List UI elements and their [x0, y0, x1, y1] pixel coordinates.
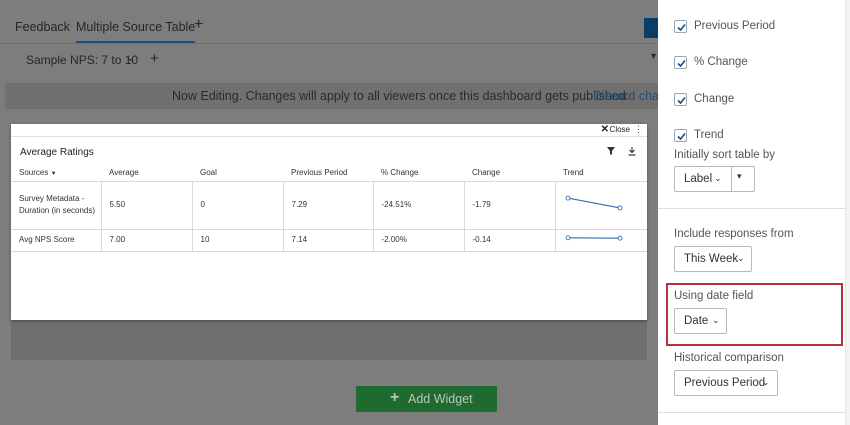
- checkbox-label: Previous Period: [694, 20, 776, 32]
- download-icon[interactable]: [628, 147, 636, 156]
- trend-point: [617, 205, 622, 211]
- sort-direction-icon[interactable]: ▾: [737, 171, 742, 182]
- cell-source: Avg NPS Score: [11, 229, 102, 252]
- tab-multiple-source-table[interactable]: Multiple Source Table: [76, 20, 196, 43]
- trend-line: [567, 197, 620, 209]
- cell-pct-change: -24.51%: [373, 181, 465, 230]
- historical-comparison-value: Previous Period: [684, 377, 766, 389]
- table-row: Survey Metadata - Duration (in seconds) …: [11, 181, 647, 230]
- trend-point: [565, 195, 570, 201]
- cell-change: -0.14: [464, 229, 556, 252]
- discard-changes-link[interactable]: Discard chan: [593, 89, 658, 103]
- sort-dropdown[interactable]: Label ⌄ ▾: [674, 166, 755, 192]
- sort-label: Initially sort table by: [674, 149, 775, 161]
- banner-message: Now Editing. Changes will apply to all v…: [172, 89, 630, 103]
- card-topbar: ✕ Close ⋮: [11, 124, 647, 137]
- filter-icon[interactable]: [607, 147, 615, 155]
- chevron-down-icon: ⌄: [714, 173, 722, 183]
- checkbox[interactable]: [674, 93, 687, 106]
- checkbox[interactable]: [674, 129, 687, 142]
- panel-scrollbar[interactable]: [845, 0, 850, 425]
- toolbar-mark-icon: ▾: [650, 51, 656, 62]
- section-divider: [658, 208, 850, 209]
- add-tab-icon[interactable]: +: [194, 16, 203, 34]
- cell-pct-change: -2.00%: [373, 229, 465, 252]
- dropdown-divider: [731, 167, 732, 191]
- tab-feedback[interactable]: Feedback: [15, 20, 70, 34]
- historical-comparison-dropdown[interactable]: Previous Period ⌄: [674, 370, 778, 396]
- sort-down-icon[interactable]: ▼: [51, 171, 57, 177]
- highlight-box: [666, 283, 843, 346]
- checkbox-label: Change: [694, 93, 735, 105]
- chevron-down-icon: ⌄: [737, 253, 745, 263]
- sort-value: Label: [684, 173, 713, 185]
- checkbox[interactable]: [674, 56, 687, 69]
- close-icon[interactable]: ✕: [601, 124, 609, 135]
- include-responses-label: Include responses from: [674, 228, 794, 240]
- table-header-row: Sources ▼ Average Goal Previous Period %…: [11, 165, 647, 182]
- ratings-table: Sources ▼ Average Goal Previous Period %…: [11, 165, 647, 252]
- cell-trend: [555, 181, 647, 230]
- publish-button[interactable]: [644, 18, 658, 38]
- cell-previous-period: 7.14: [283, 229, 374, 252]
- trend-point: [617, 235, 622, 241]
- widget-card: ✕ Close ⋮ Average Ratings Sources ▼ Aver…: [11, 124, 647, 320]
- column-header-sources[interactable]: Sources ▼: [11, 165, 101, 182]
- filter-label[interactable]: Sample NPS: 7 to 10: [26, 53, 138, 67]
- cell-goal: 0: [192, 181, 284, 230]
- checkbox-label: Trend: [694, 129, 724, 141]
- widget-title: Average Ratings: [20, 147, 94, 158]
- column-header[interactable]: Goal: [192, 165, 283, 182]
- add-widget-label: Add Widget: [408, 392, 473, 406]
- trend-sparkline: [565, 195, 622, 211]
- chevron-down-icon: ⌄: [762, 377, 770, 387]
- filter-bar: Sample NPS: 7 to 10 ⌄ + ▾: [0, 45, 658, 77]
- widget-settings-panel: Previous Period % Change Change Trend In…: [658, 0, 850, 425]
- plus-icon: +: [390, 389, 400, 406]
- column-header[interactable]: Trend: [555, 165, 647, 182]
- cell-average: 7.00: [101, 229, 193, 252]
- include-responses-dropdown[interactable]: This Week ⌄: [674, 246, 752, 272]
- cell-goal: 10: [192, 229, 284, 252]
- cell-previous-period: 7.29: [283, 181, 374, 230]
- add-widget-button[interactable]: + Add Widget: [356, 386, 497, 412]
- checkbox-label: % Change: [694, 56, 748, 68]
- checkbox[interactable]: [674, 20, 687, 33]
- column-header[interactable]: Average: [101, 165, 192, 182]
- cell-source: Survey Metadata - Duration (in seconds): [11, 181, 102, 230]
- column-header[interactable]: Change: [464, 165, 555, 182]
- cell-trend: [555, 229, 647, 252]
- section-divider: [658, 412, 850, 413]
- table-row: Avg NPS Score 7.00 10 7.14 -2.00% -0.14: [11, 229, 647, 252]
- editing-banner: Now Editing. Changes will apply to all v…: [5, 83, 658, 109]
- more-options-icon[interactable]: ⋮: [634, 124, 643, 135]
- trend-sparkline: [565, 235, 622, 241]
- historical-comparison-label: Historical comparison: [674, 352, 784, 364]
- column-header[interactable]: % Change: [373, 165, 464, 182]
- chevron-down-icon[interactable]: ⌄: [126, 51, 135, 64]
- cell-change: -1.79: [464, 181, 556, 230]
- add-filter-icon[interactable]: +: [150, 50, 159, 67]
- close-button[interactable]: Close: [610, 125, 630, 134]
- column-header[interactable]: Previous Period: [283, 165, 373, 182]
- cell-average: 5.50: [101, 181, 193, 230]
- include-responses-value: This Week: [684, 253, 739, 265]
- trend-point: [565, 235, 570, 241]
- tab-bar: Feedback Multiple Source Table +: [0, 0, 658, 44]
